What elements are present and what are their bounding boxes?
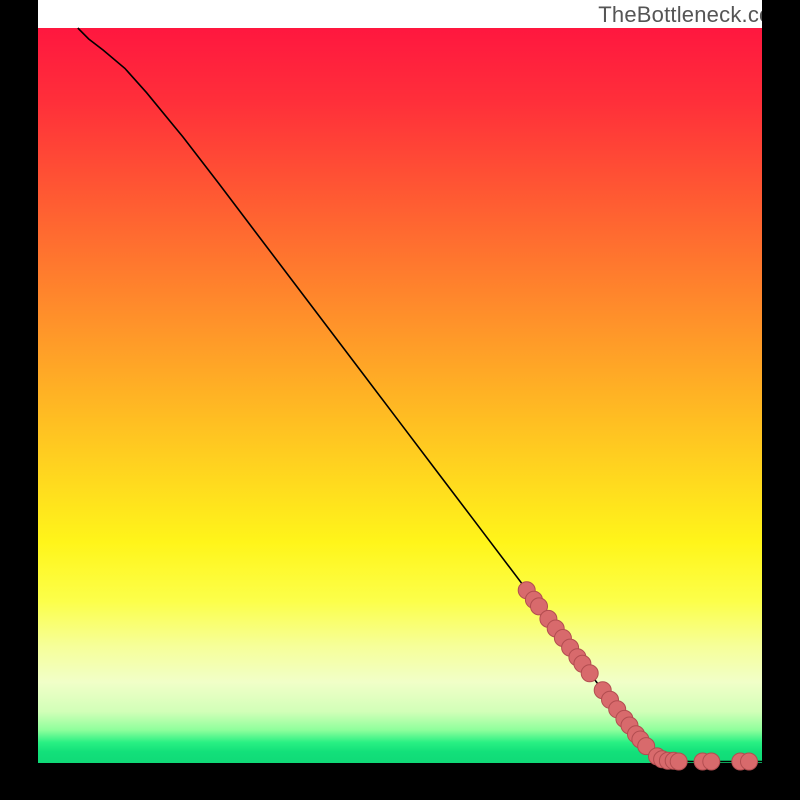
- chart-frame: TheBottleneck.com: [0, 0, 800, 800]
- bottleneck-chart: [0, 0, 800, 800]
- data-point: [703, 753, 720, 770]
- data-point: [741, 753, 758, 770]
- axis-border-left: [0, 0, 38, 800]
- data-point: [581, 665, 598, 682]
- axis-border-right: [762, 0, 800, 800]
- data-point: [670, 753, 687, 770]
- gradient-background: [38, 28, 762, 763]
